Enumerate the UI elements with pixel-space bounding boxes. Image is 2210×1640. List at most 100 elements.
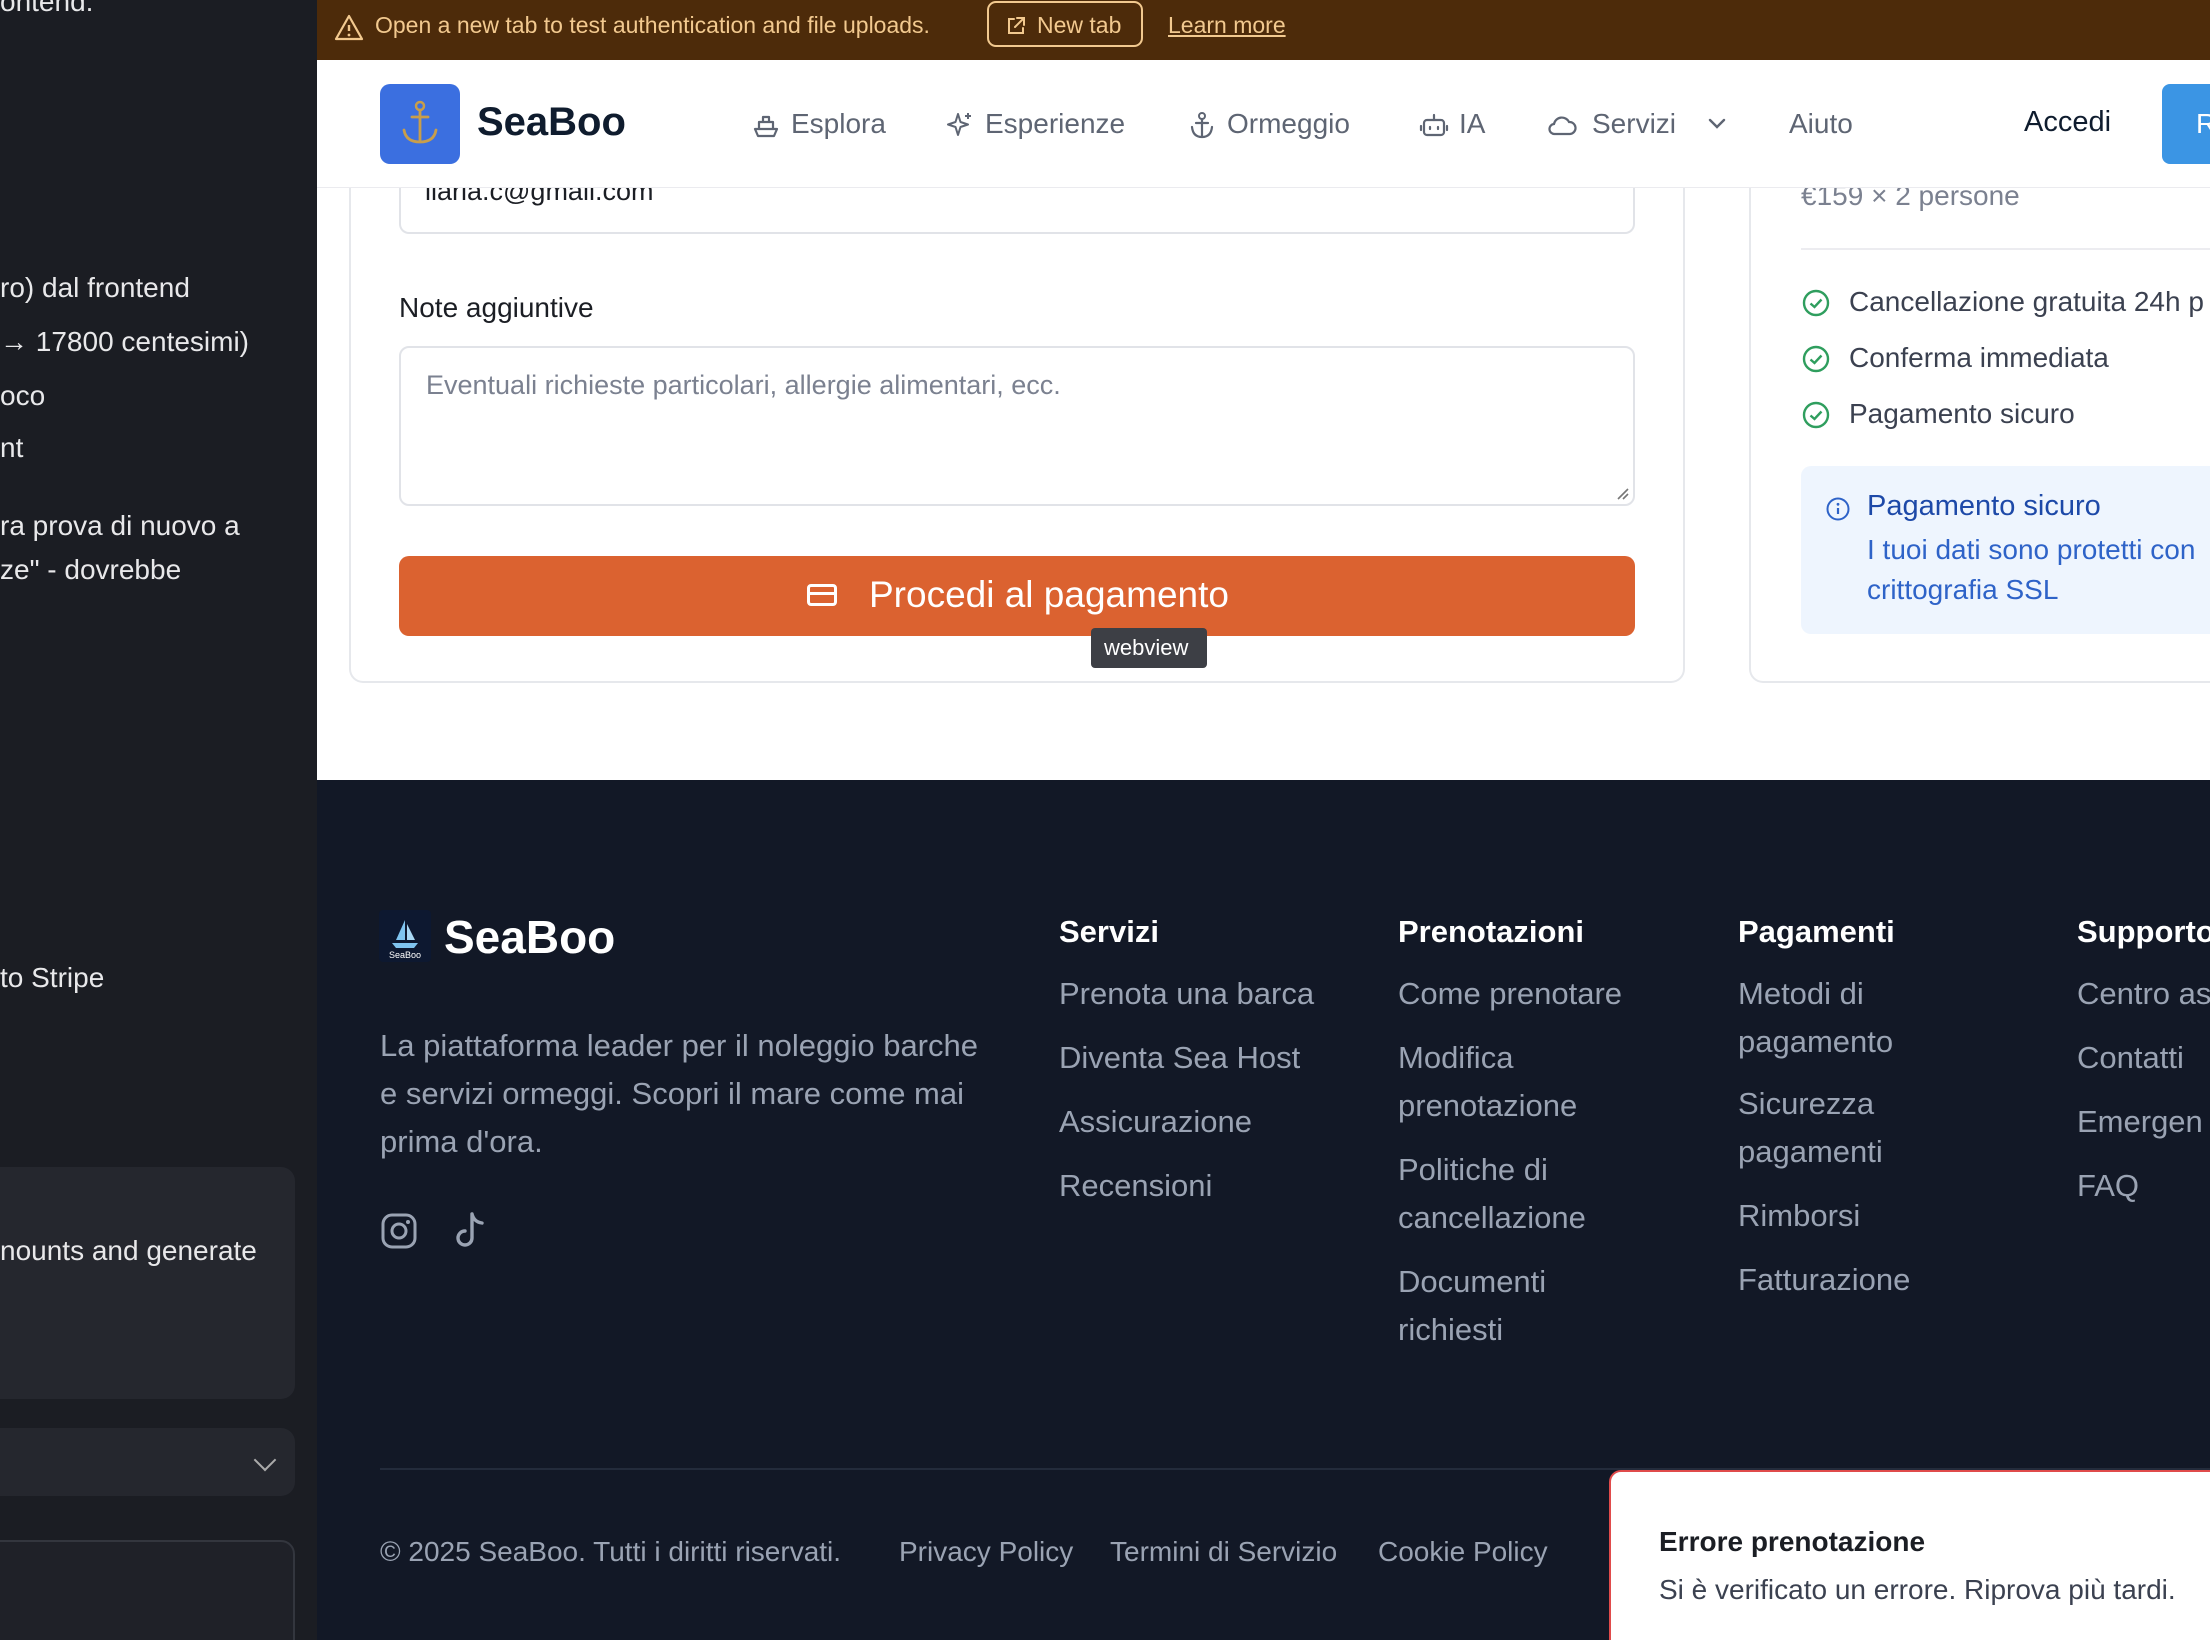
anchor-logo-icon	[402, 100, 438, 144]
site-header: SeaBoo Esplora Esperienze Ormeggio IA Se…	[317, 60, 2210, 188]
error-toast[interactable]: Errore prenotazione Si è verificato un e…	[1609, 1470, 2210, 1640]
terms-link[interactable]: Termini di Servizio	[1110, 1536, 1337, 1568]
credit-card-icon	[807, 584, 837, 606]
tooltip-text: webview	[1104, 635, 1189, 660]
footer-column-title: Servizi	[1059, 914, 1159, 949]
perk-label: Cancellazione gratuita 24h p	[1849, 286, 2204, 317]
footer-link[interactable]: Contatti	[2077, 1034, 2184, 1082]
new-tab-label: New tab	[1037, 12, 1122, 38]
toast-title: Errore prenotazione	[1659, 1526, 1926, 1557]
footer-link[interactable]: Politiche di cancellazione	[1398, 1146, 1618, 1242]
secure-body: I tuoi dati sono protetti con crittograf…	[1867, 530, 2210, 610]
footer-link[interactable]: Recensioni	[1059, 1162, 1212, 1210]
register-label: R	[2196, 108, 2210, 139]
check-circle-icon	[1802, 401, 1830, 429]
footer-link[interactable]: Prenota una barca	[1059, 970, 1314, 1018]
booking-summary-card: €159 × 2 persone Cancellazione gratuita …	[1749, 130, 2210, 683]
pay-button-label: Procedi al pagamento	[869, 574, 1229, 615]
boat-icon	[753, 115, 779, 138]
webview-tooltip: webview	[1091, 628, 1207, 668]
sparkles-icon	[947, 113, 971, 136]
notes-label: Note aggiuntive	[399, 292, 594, 323]
chat-line: to Stripe	[0, 962, 105, 993]
secure-payment-notice: Pagamento sicuro I tuoi dati sono protet…	[1801, 466, 2210, 634]
chevron-down-icon	[253, 1448, 277, 1472]
perk-label: Pagamento sicuro	[1849, 398, 2075, 429]
sailboat-logo-icon: SeaBoo	[389, 920, 421, 960]
tiktok-icon[interactable]	[451, 1210, 489, 1252]
nav-label: Ormeggio	[1227, 108, 1350, 139]
instagram-icon[interactable]	[380, 1212, 418, 1250]
chat-panel: ontend: ro) dal frontend → 17800 centesi…	[0, 0, 317, 1640]
notes-textarea[interactable]: Eventuali richieste particolari, allergi…	[399, 346, 1635, 506]
perk-label: Conferma immediata	[1849, 342, 2109, 373]
chat-message-card: nounts and generate	[0, 1167, 295, 1399]
brand-name[interactable]: SeaBoo	[477, 100, 626, 145]
privacy-policy-link[interactable]: Privacy Policy	[899, 1536, 1073, 1568]
chat-line: ro) dal frontend	[0, 272, 190, 303]
footer-column-supporto: Supporto Centro as Contatti Emergen FAQ	[2077, 914, 2210, 1234]
chat-line: ontend:	[0, 0, 94, 17]
footer-link[interactable]: Assicurazione	[1059, 1098, 1252, 1146]
nav-label: Esperienze	[985, 108, 1126, 139]
chat-line: oco	[0, 380, 46, 411]
footer-link[interactable]: Diventa Sea Host	[1059, 1034, 1300, 1082]
chat-line: ra prova di nuovo a	[0, 510, 240, 541]
resize-grip-icon[interactable]	[1615, 486, 1629, 500]
chevron-down-icon	[1708, 118, 1726, 129]
new-tab-button[interactable]: New tab	[987, 1, 1143, 47]
chat-line: nounts and generate	[0, 1235, 257, 1266]
booking-form-card: ilaria.c@gmail.com Note aggiuntive Event…	[349, 130, 1685, 683]
footer-brand: SeaBoo	[444, 911, 616, 963]
nav-label: IA	[1459, 108, 1486, 139]
copyright: © 2025 SeaBoo. Tutti i diritti riservati…	[380, 1536, 842, 1567]
footer-link[interactable]: Modifica prenotazione	[1398, 1034, 1618, 1130]
notes-placeholder: Eventuali richieste particolari, allergi…	[426, 370, 1061, 400]
pay-button[interactable]: Procedi al pagamento	[399, 556, 1635, 636]
footer-link[interactable]: Come prenotare	[1398, 970, 1622, 1018]
nav-label: Esplora	[791, 108, 886, 139]
footer-link[interactable]: Sicurezza pagamenti	[1738, 1080, 1938, 1176]
chat-dropdown[interactable]	[0, 1428, 295, 1496]
secure-title: Pagamento sicuro	[1867, 490, 2101, 522]
footer-link[interactable]: Documenti richiesti	[1398, 1258, 1618, 1354]
login-button[interactable]: Accedi	[2024, 106, 2111, 139]
chat-line: nt	[0, 432, 24, 463]
chat-line: → 17800 centesimi)	[0, 326, 250, 357]
cloud-icon	[1548, 116, 1577, 136]
secure-line: I tuoi dati sono protetti con	[1867, 534, 2196, 565]
footer-link[interactable]: Metodi di pagamento	[1738, 970, 1938, 1066]
cookie-policy-link[interactable]: Cookie Policy	[1378, 1536, 1548, 1568]
check-circle-icon	[1802, 289, 1830, 317]
footer-link[interactable]: FAQ	[2077, 1162, 2139, 1210]
footer-link[interactable]: Centro as	[2077, 970, 2210, 1018]
footer-column-title: Pagamenti	[1738, 914, 1895, 949]
webview: ilaria.c@gmail.com Note aggiuntive Event…	[317, 0, 2210, 1640]
anchor-icon	[1190, 112, 1214, 139]
footer-logo[interactable]: SeaBoo	[379, 910, 431, 962]
footer-column-servizi: Servizi Prenota una barca Diventa Sea Ho…	[1059, 914, 1359, 1203]
dev-banner: Open a new tab to test authentication an…	[317, 0, 2210, 60]
brand-logo[interactable]	[380, 84, 460, 164]
info-icon	[1826, 497, 1850, 521]
footer-description: La piattaforma leader per il noleggio ba…	[380, 1028, 978, 1159]
chat-line: ze" - dovrebbe	[0, 554, 182, 585]
footer-link[interactable]: Rimborsi	[1738, 1192, 1860, 1240]
register-button[interactable]: R	[2162, 84, 2210, 164]
external-link-icon	[1008, 17, 1025, 34]
footer-link[interactable]: Emergen	[2077, 1098, 2203, 1146]
footer-column-pagamenti: Pagamenti Metodi di pagamento Sicurezza …	[1738, 914, 1998, 1297]
footer-column-title: Prenotazioni	[1398, 914, 1585, 949]
secure-line: crittografia SSL	[1867, 574, 2059, 605]
check-circle-icon	[1802, 345, 1830, 373]
chat-input[interactable]	[0, 1540, 295, 1640]
divider	[1801, 248, 2210, 250]
toast-message: Si è verificato un errore. Riprova più t…	[1659, 1574, 2176, 1605]
footer-logo-text: SeaBoo	[389, 950, 421, 960]
footer-link[interactable]: Fatturazione	[1738, 1256, 1910, 1304]
footer-column-prenotazioni: Prenotazioni Come prenotare Modifica pre…	[1398, 914, 1658, 1347]
footer-column-title: Supporto	[2077, 914, 2210, 949]
banner-text: Open a new tab to test authentication an…	[375, 12, 930, 38]
learn-more-link[interactable]: Learn more	[1168, 12, 1286, 39]
nav-label: Servizi	[1592, 108, 1677, 139]
